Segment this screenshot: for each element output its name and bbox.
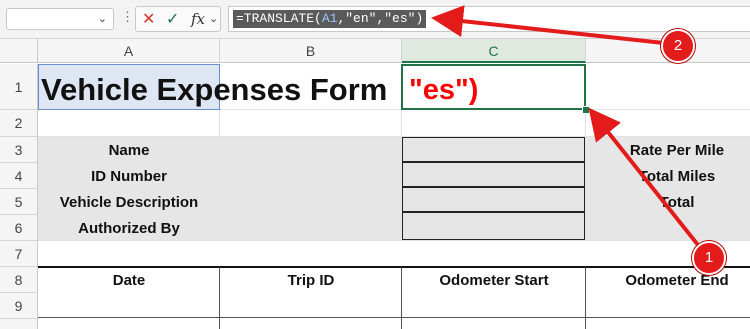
label-total-miles: Total Miles (638, 168, 716, 185)
row-header-5[interactable]: 5 (0, 189, 38, 215)
vehicle-description-input-cell[interactable] (402, 187, 585, 212)
header-odometer-end: Odometer End (625, 272, 729, 289)
chevron-down-icon[interactable]: ⌄ (209, 12, 218, 25)
row-header-6[interactable]: 6 (0, 215, 38, 241)
fill-handle[interactable] (582, 106, 590, 114)
insert-function-button[interactable]: fx (191, 10, 205, 28)
formula-suffix: ,"en","es") (337, 11, 424, 26)
row-header-10[interactable] (0, 319, 38, 329)
marker-1: 1 (692, 241, 726, 275)
row-header-9[interactable]: 9 (0, 293, 38, 319)
checkmark-icon[interactable]: ✓ (166, 9, 179, 29)
formula-input[interactable]: =TRANSLATE(A1,"en","es") (228, 6, 750, 32)
column-header-a[interactable]: A (38, 39, 220, 63)
gridline (38, 240, 750, 241)
column-header-b[interactable]: B (220, 39, 402, 63)
gridline (38, 136, 750, 137)
header-odometer-start: Odometer Start (439, 272, 549, 289)
name-box[interactable]: ⌄ (6, 8, 114, 30)
label-name: Name (108, 142, 150, 159)
row-header-2[interactable]: 2 (0, 110, 38, 137)
header-date: Date (112, 272, 146, 289)
formula-buttons: ✕ ✓ fx ⌄ (135, 6, 221, 32)
label-id-number: ID Number (91, 168, 167, 185)
formula-ref: A1 (321, 11, 338, 26)
label-rate-per-mile: Rate Per Mile (629, 142, 725, 159)
select-all-corner[interactable] (0, 39, 38, 63)
cancel-x-icon[interactable]: ✕ (142, 9, 155, 29)
chevron-down-icon[interactable]: ⌄ (98, 12, 107, 25)
more-options-icon[interactable]: ⋮ (121, 9, 134, 25)
column-header-c[interactable]: C (402, 39, 586, 63)
row-header-7[interactable]: 7 (0, 241, 38, 267)
label-vehicle-description: Vehicle Description (59, 194, 199, 211)
table-row-border (38, 317, 750, 318)
cell-c1-value: "es") (409, 74, 479, 106)
form-title: Vehicle Expenses Form (41, 72, 388, 107)
name-input-cell[interactable] (402, 137, 585, 162)
formula-prefix: =TRANSLATE( (236, 11, 322, 26)
row-header-3[interactable]: 3 (0, 137, 38, 163)
table-top-border (38, 266, 750, 268)
row-header-4[interactable]: 4 (0, 163, 38, 189)
label-total: Total (659, 194, 695, 211)
label-authorized-by: Authorized By (78, 220, 180, 237)
formula-bar-area: ⌄ ⋮ ✕ ✓ fx ⌄ =TRANSLATE(A1,"en","es") (0, 0, 750, 39)
authorized-by-input-cell[interactable] (402, 212, 585, 240)
row-header-8[interactable]: 8 (0, 267, 38, 293)
row-header-1[interactable]: 1 (0, 64, 38, 110)
header-trip-id: Trip ID (287, 272, 335, 289)
id-number-input-cell[interactable] (402, 162, 585, 187)
formula-text: =TRANSLATE(A1,"en","es") (233, 10, 427, 28)
marker-2: 2 (661, 29, 695, 63)
